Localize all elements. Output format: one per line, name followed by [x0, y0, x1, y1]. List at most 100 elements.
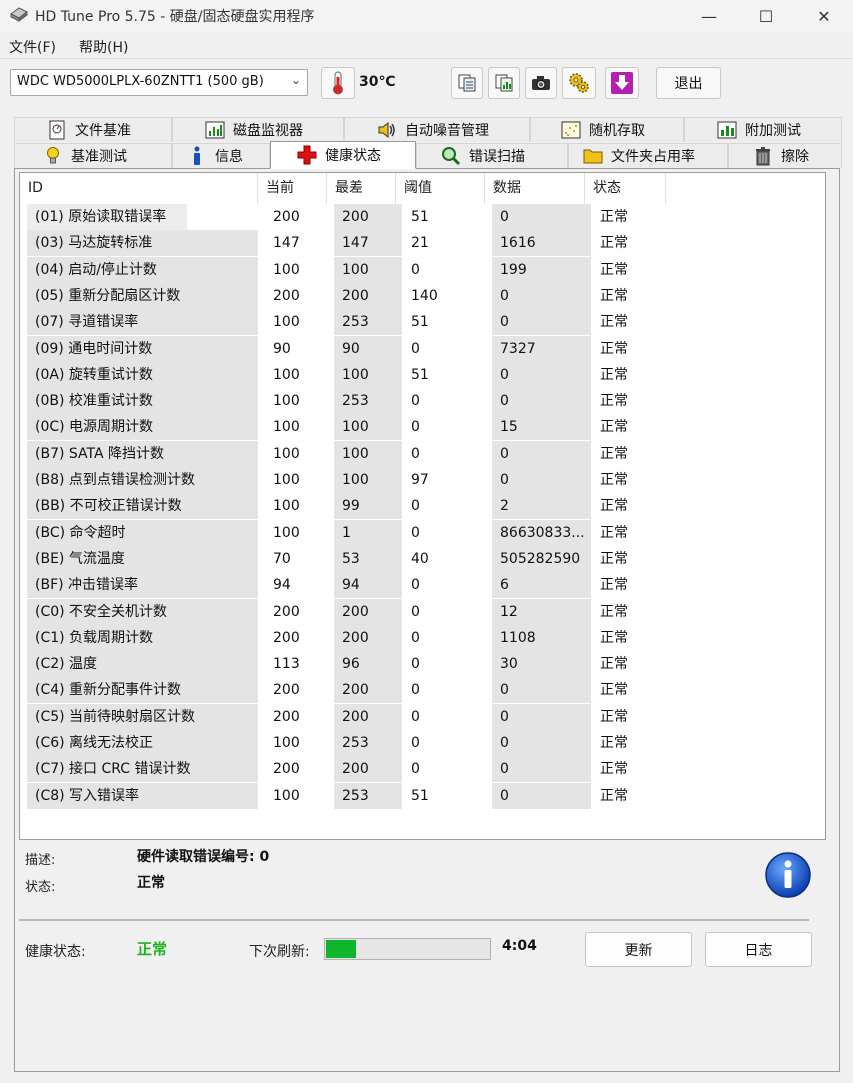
screenshot-button[interactable] [525, 67, 557, 99]
cell-status: 正常 [600, 761, 628, 778]
info-icon [187, 146, 207, 166]
cell-data: 199 [492, 256, 591, 283]
header-threshold[interactable]: 阈值 [396, 173, 485, 204]
table-row[interactable]: (0B) 校准重试计数 100 253 0 0 正常 [20, 388, 825, 415]
toolbar-divider [0, 58, 853, 59]
cell-worst: 1 [334, 519, 402, 546]
menu-file[interactable]: 文件(F) [9, 37, 56, 57]
cell-current: 200 [273, 209, 300, 225]
benchmark-icon [43, 146, 63, 166]
cell-worst: 253 [334, 309, 402, 336]
cell-threshold: 0 [411, 761, 420, 778]
tab-disk-monitor[interactable]: 磁盘监视器 [172, 117, 344, 142]
menu-help[interactable]: 帮助(H) [79, 37, 128, 57]
cell-status: 正常 [600, 445, 628, 462]
header-worst[interactable]: 最差 [327, 173, 396, 204]
cell-id: (C7) 接口 CRC 错误计数 [27, 756, 258, 783]
table-row[interactable]: (05) 重新分配扇区计数 200 200 140 0 正常 [20, 282, 825, 309]
tab-benchmark[interactable]: 基准测试 [14, 143, 172, 168]
tab-label: 基准测试 [71, 149, 127, 165]
table-row[interactable]: (07) 寻道错误率 100 253 51 0 正常 [20, 309, 825, 336]
table-row[interactable]: (C4) 重新分配事件计数 200 200 0 0 正常 [20, 677, 825, 704]
tab-random-access[interactable]: 随机存取 [530, 117, 684, 142]
cell-id: (0B) 校准重试计数 [27, 388, 258, 415]
tab-file-benchmark[interactable]: 文件基准 [14, 117, 172, 142]
cell-id: (07) 寻道错误率 [27, 309, 258, 336]
table-row[interactable]: (C0) 不安全关机计数 200 200 0 12 正常 [20, 598, 825, 625]
cell-id: (BC) 命令超时 [27, 519, 258, 546]
table-row[interactable]: (BF) 冲击错误率 94 94 0 6 正常 [20, 572, 825, 599]
tab-noise-management[interactable]: 自动噪音管理 [344, 117, 530, 142]
tab-folder-usage[interactable]: 文件夹占用率 [568, 143, 728, 168]
cell-id: (C5) 当前待映射扇区计数 [27, 703, 258, 730]
cell-worst: 253 [334, 782, 402, 809]
table-row[interactable]: (C6) 离线无法校正 100 253 0 0 正常 [20, 730, 825, 756]
table-row[interactable]: (BE) 气流温度 70 53 40 505282590 正常 [20, 545, 825, 572]
table-row[interactable]: (B8) 点到点错误检测计数 100 100 97 0 正常 [20, 467, 825, 493]
drive-select[interactable]: WDC WD5000LPLX-60ZNTT1 (500 gB) ⌄ [10, 69, 308, 96]
cell-data: 0 [492, 730, 591, 756]
temperature-button[interactable] [321, 67, 355, 99]
smart-table[interactable]: ID 当前 最差 阈值 数据 状态 (01) 原始读取错误率 200 200 51 0 正… [19, 172, 826, 840]
cell-current: 100 [273, 472, 300, 488]
refresh-countdown: 4:04 [502, 938, 537, 954]
cell-id: (01) 原始读取错误率 [27, 204, 187, 230]
cell-id: (C8) 写入错误率 [27, 782, 258, 809]
table-row[interactable]: (0C) 电源周期计数 100 100 0 15 正常 [20, 414, 825, 441]
cell-data: 15 [492, 414, 591, 441]
table-row[interactable]: (C7) 接口 CRC 错误计数 200 200 0 0 正常 [20, 756, 825, 783]
cell-status: 正常 [600, 261, 628, 278]
cell-threshold: 0 [411, 445, 420, 462]
cell-data: 0 [492, 204, 591, 230]
table-row[interactable]: (C5) 当前待映射扇区计数 200 200 0 0 正常 [20, 703, 825, 730]
copy-screenshot-button[interactable] [488, 67, 520, 99]
cell-worst: 200 [334, 204, 402, 230]
update-button[interactable]: 更新 [585, 932, 692, 967]
cell-current: 94 [273, 577, 291, 594]
tab-erase[interactable]: 擦除 [728, 143, 842, 168]
cell-id: (C1) 负载周期计数 [27, 624, 258, 651]
window-title: HD Tune Pro 5.75 - 硬盘/固态硬盘实用程序 [35, 9, 315, 25]
cell-threshold: 0 [411, 682, 420, 699]
copy-chart-icon [495, 74, 513, 92]
cell-status: 正常 [600, 472, 628, 488]
tab-error-scan[interactable]: 错误扫描 [416, 143, 568, 168]
cell-data: 1108 [492, 624, 591, 651]
close-button[interactable]: ✕ [795, 0, 853, 32]
table-row[interactable]: (BB) 不可校正错误计数 100 99 0 2 正常 [20, 493, 825, 520]
table-row[interactable]: (C2) 温度 113 96 0 30 正常 [20, 651, 825, 678]
cell-status: 正常 [600, 629, 628, 646]
log-button[interactable]: 日志 [705, 932, 812, 967]
table-row[interactable]: (04) 启动/停止计数 100 100 0 199 正常 [20, 256, 825, 283]
tab-extra-tests[interactable]: 附加测试 [684, 117, 842, 142]
table-row[interactable]: (C1) 负载周期计数 200 200 0 1108 正常 [20, 624, 825, 651]
maximize-button[interactable]: ☐ [737, 0, 795, 32]
cell-id: (B8) 点到点错误检测计数 [27, 467, 258, 493]
table-row[interactable]: (0A) 旋转重试计数 100 100 51 0 正常 [20, 361, 825, 388]
tab-health[interactable]: 健康状态 [270, 141, 416, 169]
header-data[interactable]: 数据 [485, 173, 585, 204]
cell-data: 6 [492, 572, 591, 599]
trash-icon [753, 146, 773, 166]
table-row[interactable]: (03) 马达旋转标准 147 147 21 1616 正常 [20, 230, 825, 257]
cell-current: 100 [273, 735, 300, 751]
exit-button[interactable]: 退出 [656, 67, 721, 99]
copy-text-button[interactable] [451, 67, 483, 99]
header-id[interactable]: ID [20, 173, 258, 204]
cell-current: 200 [273, 629, 300, 646]
cell-data: 86630833... [492, 519, 591, 546]
cell-id: (05) 重新分配扇区计数 [27, 282, 258, 309]
table-row[interactable]: (B7) SATA 降挡计数 100 100 0 0 正常 [20, 440, 825, 467]
table-row[interactable]: (01) 原始读取错误率 200 200 51 0 正常 [20, 204, 825, 230]
table-row[interactable]: (C8) 写入错误率 100 253 51 0 正常 [20, 782, 825, 809]
tab-info[interactable]: 信息 [172, 143, 270, 168]
header-current[interactable]: 当前 [258, 173, 327, 204]
cell-threshold: 140 [411, 287, 438, 304]
options-button[interactable] [562, 67, 596, 99]
minimize-button[interactable]: — [680, 0, 738, 32]
save-button[interactable] [605, 67, 639, 99]
table-row[interactable]: (09) 通电时间计数 90 90 0 7327 正常 [20, 335, 825, 362]
table-row[interactable]: (BC) 命令超时 100 1 0 86630833... 正常 [20, 519, 825, 546]
header-status[interactable]: 状态 [585, 173, 666, 204]
cell-worst: 53 [334, 545, 402, 572]
